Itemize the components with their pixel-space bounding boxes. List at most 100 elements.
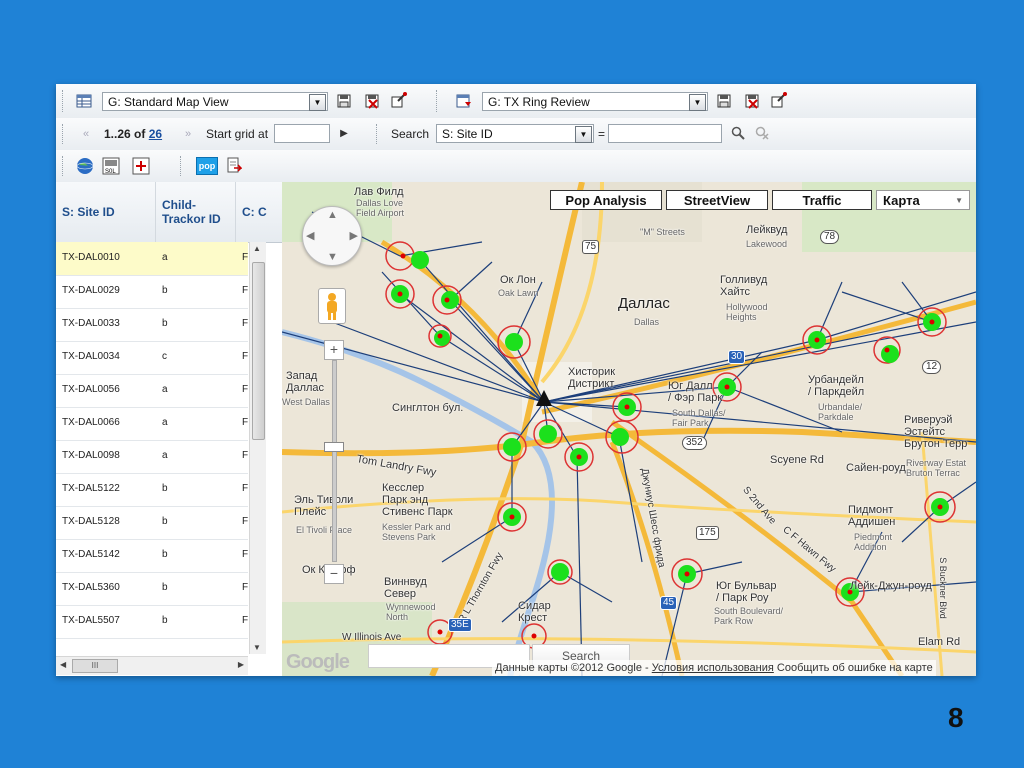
- report-error-link[interactable]: Сообщить об ошибке на карте: [777, 662, 933, 674]
- table-row[interactable]: TX-DAL0033 b F: [56, 308, 248, 342]
- scrollbar-thumb[interactable]: [252, 262, 265, 440]
- toolbar-separator: [436, 90, 437, 112]
- highway-shield: 352: [682, 436, 707, 450]
- search-field-select[interactable]: S: Site ID ▼: [436, 124, 594, 143]
- map-label: Сидар Крест: [518, 600, 551, 624]
- cell-site-id: TX-DAL5360: [62, 582, 120, 593]
- copyright-text: Данные карты ©2012 Google -: [495, 662, 649, 674]
- map-label: Лав Филд: [354, 186, 404, 198]
- map-label: Пидмонт Аддишен: [848, 504, 896, 528]
- cell-c: F: [242, 615, 249, 626]
- terms-link[interactable]: Условия использования: [652, 662, 774, 674]
- table-row[interactable]: TX-DAL5507 b F: [56, 605, 248, 639]
- pan-down-icon[interactable]: ▼: [327, 251, 338, 263]
- report-icon[interactable]: [456, 93, 472, 109]
- equals-label: =: [598, 127, 606, 141]
- map-label: Хисторик Дистрикт: [568, 366, 616, 390]
- of-label: of: [134, 127, 146, 141]
- cell-site-id: TX-DAL0034: [62, 351, 120, 362]
- cell-child-trackor: c: [162, 351, 167, 362]
- scroll-left-icon[interactable]: ◀: [60, 660, 66, 669]
- highway-shield: 175: [696, 526, 719, 540]
- view-select[interactable]: G: Standard Map View ▼: [102, 92, 328, 111]
- table-row[interactable]: TX-DAL0029 b F: [56, 275, 248, 309]
- cell-child-trackor: b: [162, 615, 168, 626]
- map-label: Riverway Estat Bruton Terrac: [906, 458, 967, 478]
- zoom-slider-track[interactable]: [332, 360, 337, 562]
- pop-analysis-button[interactable]: Pop Analysis: [550, 190, 662, 210]
- export-icon[interactable]: [226, 157, 243, 173]
- clear-search-icon[interactable]: [754, 126, 770, 142]
- map-label: Виннвуд Север: [384, 576, 427, 600]
- table-row[interactable]: TX-DAL5122 b F: [56, 473, 248, 507]
- map-label: Юг Далл / Фэр Парк: [668, 380, 723, 404]
- pop-button[interactable]: pop: [196, 157, 218, 175]
- grid-vertical-scrollbar[interactable]: ▲ ▼: [249, 242, 266, 654]
- highway-shield: 12: [922, 360, 942, 374]
- pan-left-icon[interactable]: ◀: [306, 229, 314, 242]
- scroll-right-icon[interactable]: ▶: [238, 660, 244, 669]
- toolbar-separator: [180, 156, 181, 176]
- search-icon[interactable]: [730, 126, 746, 142]
- map-label: Dallas Love Field Airport: [356, 198, 405, 218]
- table-row[interactable]: TX-DAL0010 a F: [56, 242, 248, 276]
- report-select[interactable]: G: TX Ring Review ▼: [482, 92, 708, 111]
- scroll-up-icon[interactable]: ▲: [253, 244, 261, 253]
- properties-icon[interactable]: [390, 91, 407, 108]
- globe-icon[interactable]: [76, 157, 94, 174]
- cell-child-trackor: a: [162, 252, 168, 263]
- cell-site-id: TX-DAL5142: [62, 549, 120, 560]
- sol-icon[interactable]: S0L: [102, 157, 120, 175]
- hscroll-thumb[interactable]: III: [72, 659, 118, 673]
- pan-control[interactable]: ▲ ▼ ◀ ▶: [302, 206, 362, 266]
- scroll-down-icon[interactable]: ▼: [253, 643, 261, 652]
- street-view-button[interactable]: StreetView: [666, 190, 768, 210]
- table-row[interactable]: TX-DAL5128 b F: [56, 506, 248, 540]
- zoom-out-button[interactable]: −: [324, 564, 344, 584]
- cell-child-trackor: a: [162, 417, 168, 428]
- column-header-c[interactable]: C: C: [236, 182, 282, 242]
- app-window: G: Standard Map View ▼ G: TX Ring Review…: [56, 84, 976, 676]
- map-type-select[interactable]: Карта ▼: [876, 190, 970, 210]
- map-panel[interactable]: Лав Филд Dallas Love Field Airport Ок Ло…: [282, 182, 976, 676]
- zoom-in-button[interactable]: +: [324, 340, 344, 360]
- go-arrow-icon[interactable]: ▶: [336, 126, 352, 142]
- delete-view-icon[interactable]: [364, 93, 380, 109]
- map-label: Запад Даллас: [286, 370, 325, 394]
- table-row[interactable]: TX-DAL0056 a F: [56, 374, 248, 408]
- pan-up-icon[interactable]: ▲: [327, 209, 338, 221]
- map-label: Синглтон бул.: [392, 402, 464, 414]
- grid-view-icon[interactable]: [76, 93, 92, 109]
- chevron-down-icon[interactable]: ▼: [309, 94, 326, 111]
- traffic-button[interactable]: Traffic: [772, 190, 872, 210]
- chevron-down-icon[interactable]: ▼: [575, 126, 592, 143]
- chevron-down-icon[interactable]: ▼: [689, 94, 706, 111]
- view-select-value: G: Standard Map View: [108, 95, 229, 109]
- add-icon[interactable]: [132, 157, 150, 175]
- pegman-icon[interactable]: [318, 288, 346, 324]
- table-row[interactable]: TX-DAL0098 a F: [56, 440, 248, 474]
- site-grid: S: Site ID Child- Trackor ID C: C TX-DAL…: [56, 182, 283, 676]
- table-row[interactable]: TX-DAL0066 a F: [56, 407, 248, 441]
- table-row[interactable]: TX-DAL5142 b F: [56, 539, 248, 573]
- zoom-slider-thumb[interactable]: [324, 442, 344, 452]
- map-label: Ок Лон: [500, 274, 536, 286]
- column-header-site-id[interactable]: S: Site ID: [56, 182, 156, 242]
- next-page-icon[interactable]: »: [180, 126, 196, 142]
- search-input[interactable]: [608, 124, 722, 143]
- grid-horizontal-scrollbar[interactable]: ◀ III ▶: [56, 656, 248, 675]
- delete-report-icon[interactable]: [744, 93, 760, 109]
- report-select-value: G: TX Ring Review: [488, 95, 590, 109]
- save-icon[interactable]: [336, 93, 352, 109]
- save-report-icon[interactable]: [716, 93, 732, 109]
- table-row[interactable]: TX-DAL0034 c F: [56, 341, 248, 375]
- report-properties-icon[interactable]: [770, 91, 787, 108]
- pan-right-icon[interactable]: ▶: [350, 229, 358, 242]
- cell-c: F: [242, 252, 249, 263]
- total-link[interactable]: 26: [149, 127, 162, 141]
- start-grid-input[interactable]: [274, 124, 330, 143]
- highway: [380, 239, 545, 404]
- previous-page-icon[interactable]: «: [78, 126, 94, 142]
- column-header-child-trackor[interactable]: Child- Trackor ID: [156, 182, 236, 242]
- table-row[interactable]: TX-DAL5360 b F: [56, 572, 248, 606]
